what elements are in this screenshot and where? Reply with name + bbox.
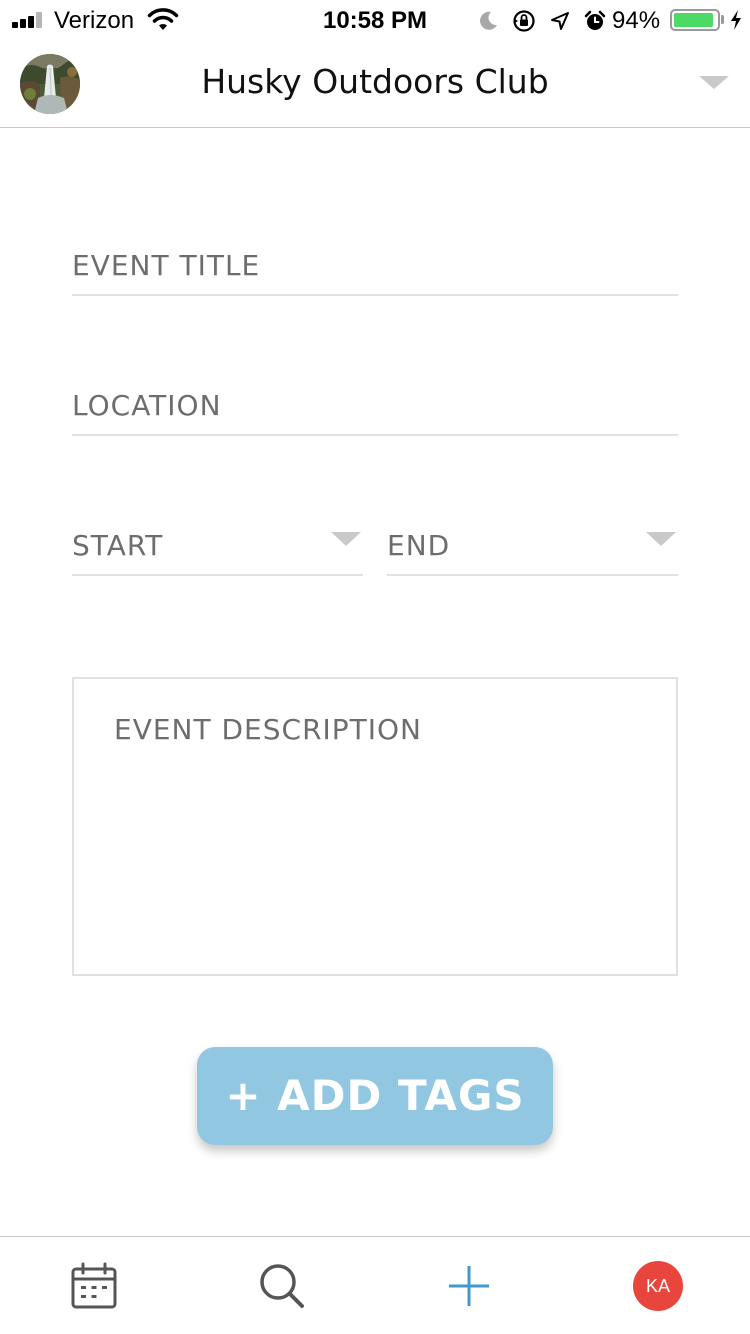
location-label: LOCATION — [72, 389, 222, 422]
calendar-icon — [71, 1262, 117, 1309]
battery-level-fill — [674, 13, 713, 27]
battery-icon — [670, 9, 720, 31]
start-label: START — [72, 529, 164, 562]
tab-create[interactable] — [419, 1237, 519, 1334]
club-title: Husky Outdoors Club — [201, 62, 549, 101]
event-description-textarea[interactable]: EVENT DESCRIPTION — [72, 677, 678, 976]
add-tags-button[interactable]: + ADD TAGS — [197, 1047, 553, 1145]
battery-percent: 94% — [612, 7, 661, 34]
battery-tip — [721, 15, 724, 24]
event-title-label: EVENT TITLE — [72, 249, 261, 282]
status-icons — [478, 8, 606, 34]
tab-calendar[interactable] — [44, 1237, 144, 1334]
location-icon — [551, 12, 569, 30]
app-header: Husky Outdoors Club — [0, 40, 750, 128]
profile-avatar: KA — [633, 1261, 683, 1311]
tab-bar: KA — [0, 1236, 750, 1334]
plus-icon — [449, 1266, 489, 1306]
end-label: END — [387, 529, 451, 562]
event-description-label: EVENT DESCRIPTION — [114, 713, 423, 746]
end-time-select[interactable]: END — [387, 520, 678, 576]
tab-profile[interactable]: KA — [608, 1237, 708, 1334]
charging-icon — [731, 10, 741, 30]
caret-down-icon[interactable] — [699, 76, 729, 89]
event-title-field[interactable]: EVENT TITLE — [72, 240, 678, 296]
end-caret-down-icon — [646, 532, 676, 546]
start-time-select[interactable]: START — [72, 520, 363, 576]
status-bar: Verizon 10:58 PM 94% — [0, 0, 750, 40]
search-icon — [260, 1264, 304, 1308]
start-caret-down-icon — [331, 532, 361, 546]
rotation-lock-icon — [513, 10, 535, 32]
tab-search[interactable] — [232, 1237, 332, 1334]
alarm-icon — [584, 10, 606, 30]
location-field[interactable]: LOCATION — [72, 380, 678, 436]
moon-icon — [480, 11, 497, 30]
